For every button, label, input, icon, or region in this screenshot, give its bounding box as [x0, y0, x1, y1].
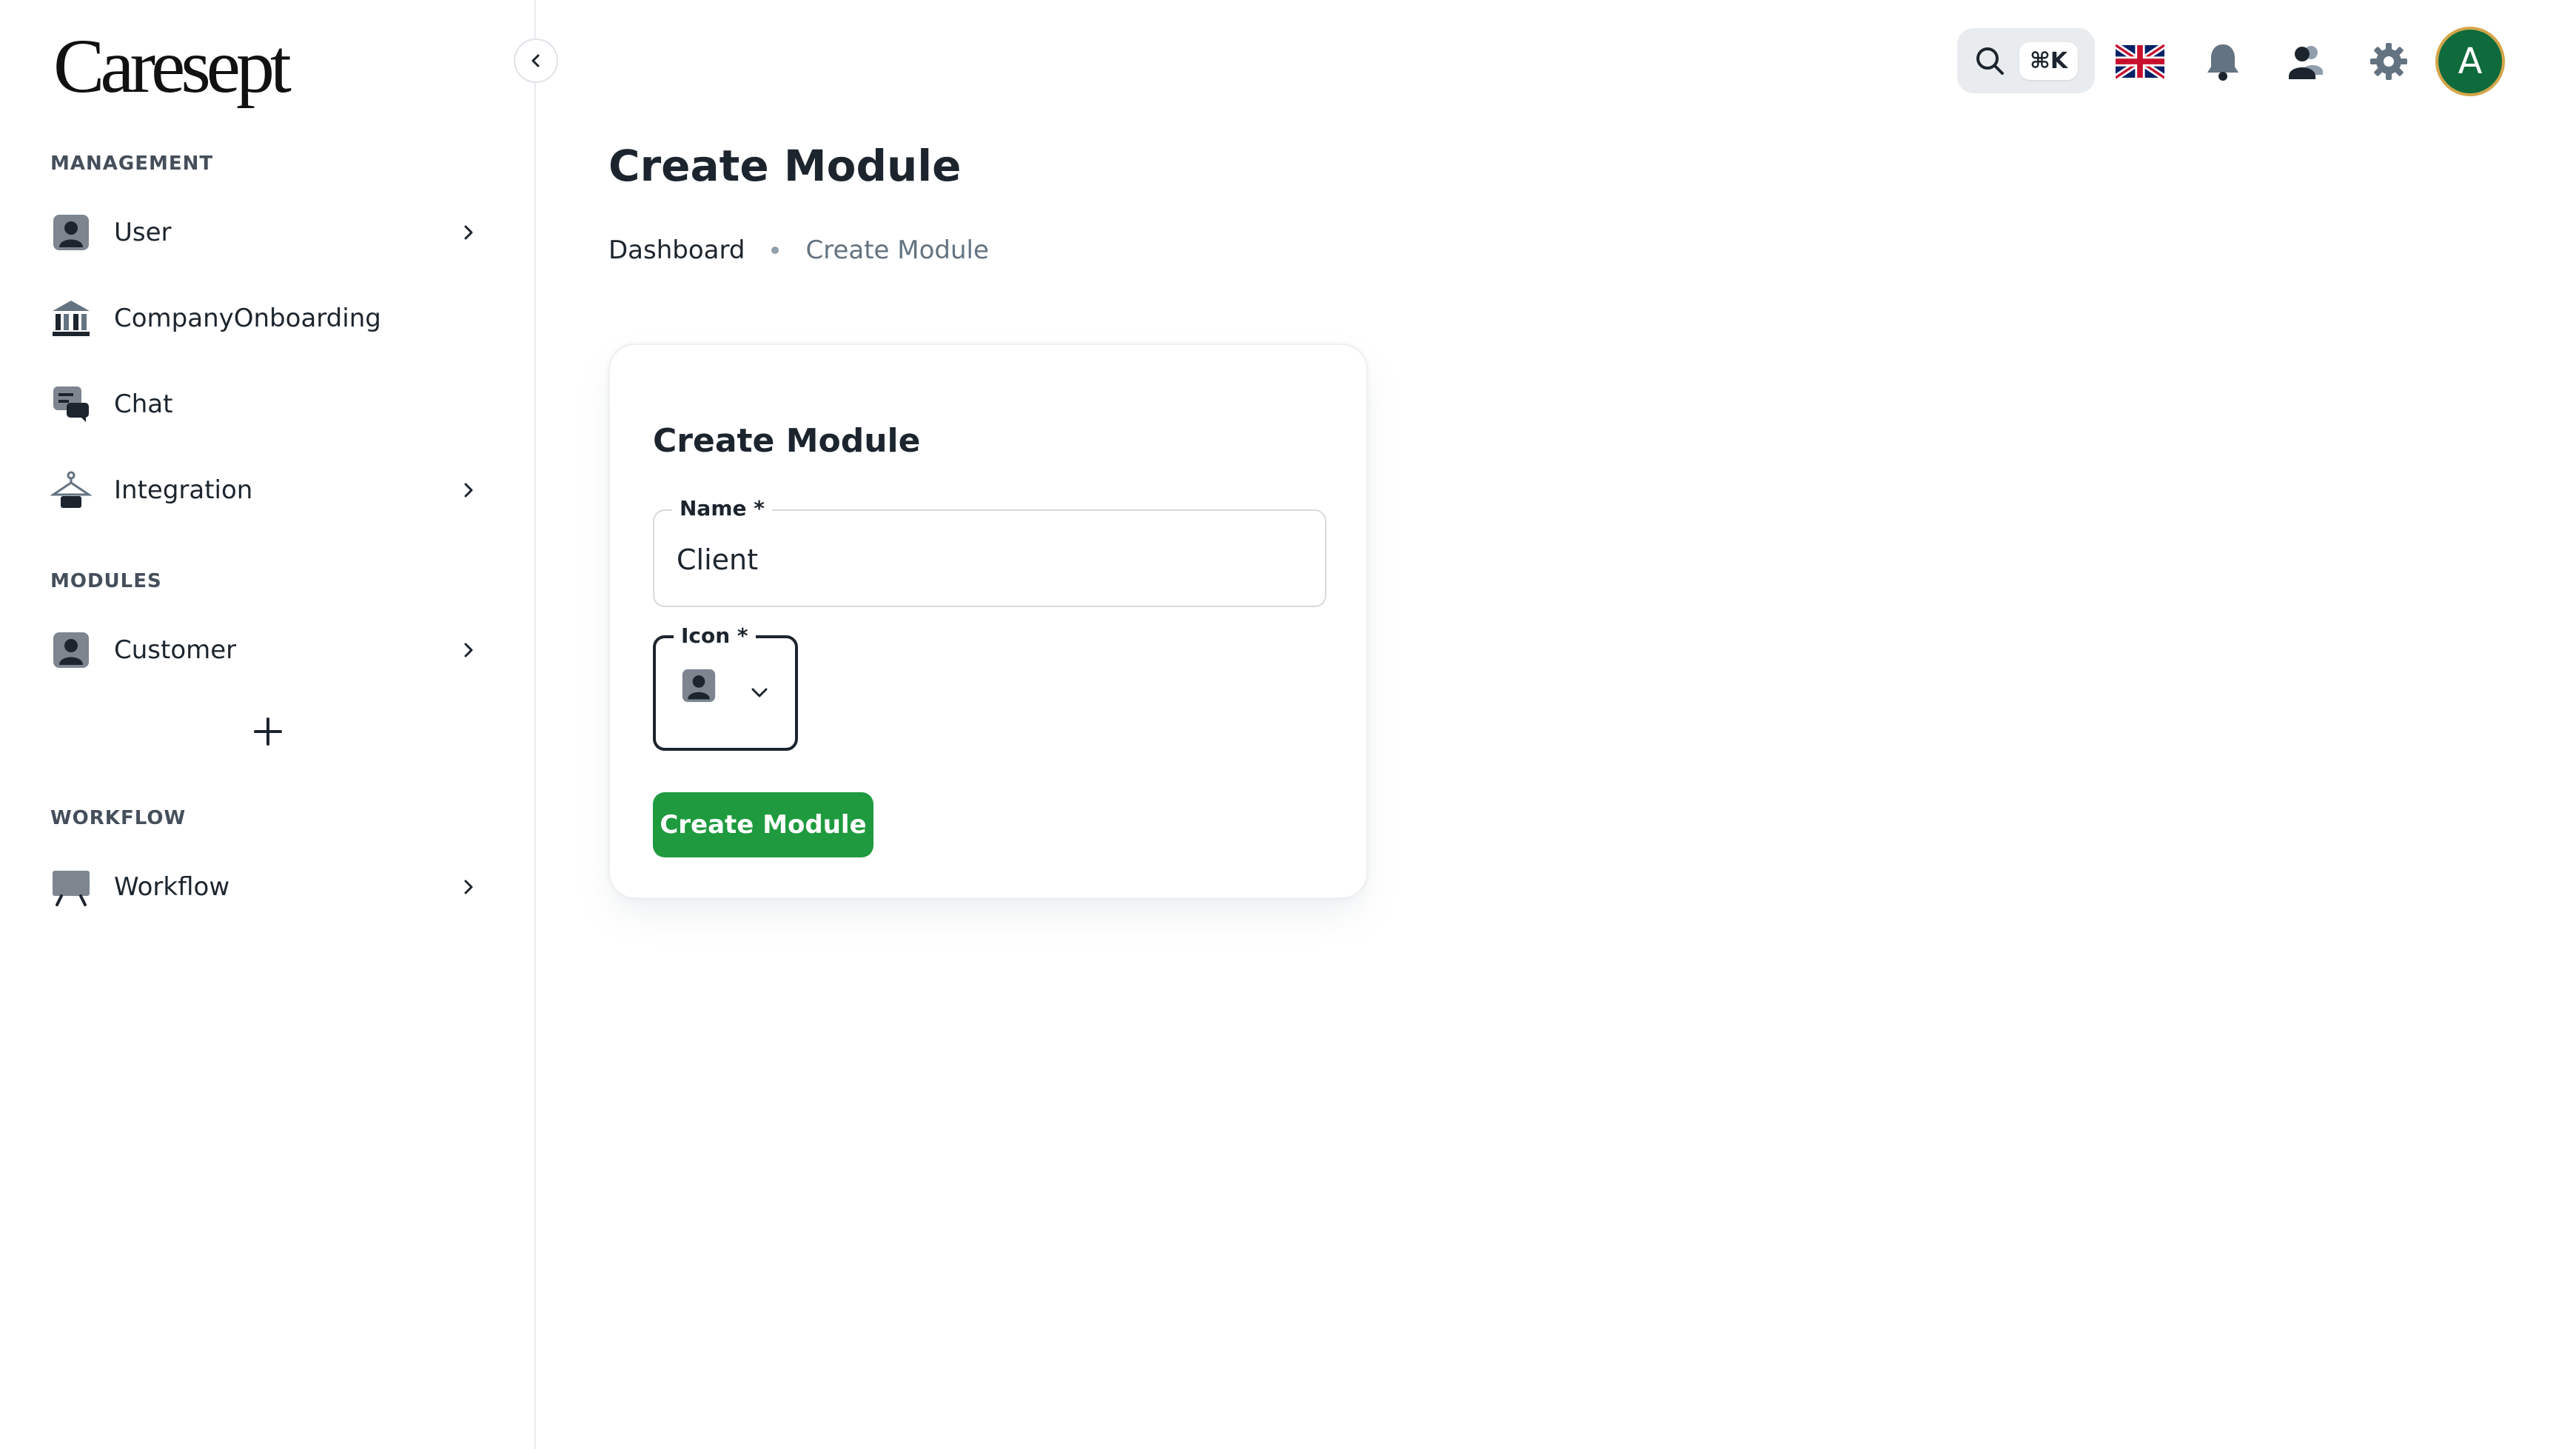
section-label-workflow: WORKFLOW [50, 807, 187, 829]
sidebar-item-label: Integration [114, 475, 253, 505]
chat-icon [50, 384, 92, 425]
page-title: Create Module [608, 141, 962, 191]
sidebar-item-companyonboarding[interactable]: CompanyOnboarding [50, 292, 494, 345]
name-input[interactable] [677, 538, 1298, 582]
users-icon [2289, 46, 2323, 79]
presentation-board-icon [50, 866, 92, 908]
name-field[interactable]: Name * [653, 496, 1326, 607]
breadcrumb-dashboard-link[interactable]: Dashboard [608, 235, 745, 265]
icon-select[interactable]: Icon * [653, 623, 798, 751]
hanger-icon [50, 469, 92, 511]
icon-field-label: Icon * [674, 623, 756, 648]
search-shortcut: ⌘K [2019, 41, 2079, 80]
collapse-sidebar-button[interactable] [514, 39, 558, 83]
sidebar-item-label: CompanyOnboarding [114, 304, 381, 333]
add-module-button[interactable] [246, 709, 290, 754]
sidebar-item-label: User [114, 218, 172, 247]
uk-flag-icon [2116, 43, 2164, 80]
create-module-card: Create Module Name * Icon * Create Modul… [608, 344, 1368, 899]
create-module-button[interactable]: Create Module [653, 792, 873, 857]
language-button[interactable] [2116, 37, 2164, 86]
breadcrumb-separator [771, 247, 779, 254]
sidebar-item-label: Workflow [114, 872, 230, 902]
sidebar: Caresept MANAGEMENT User CompanyOnboardi… [0, 0, 536, 1449]
chevron-right-icon [457, 876, 480, 898]
sidebar-item-workflow[interactable]: Workflow [50, 860, 494, 914]
sidebar-item-customer[interactable]: Customer [50, 623, 494, 677]
sidebar-item-integration[interactable]: Integration [50, 464, 494, 517]
section-label-modules: MODULES [50, 570, 162, 592]
bell-icon [2207, 44, 2238, 81]
user-badge-icon [50, 629, 92, 671]
search-button[interactable]: ⌘K [1957, 28, 2095, 93]
user-badge-icon [50, 212, 92, 253]
user-badge-icon [681, 668, 717, 706]
chevron-right-icon [457, 221, 480, 244]
search-icon [1976, 47, 2004, 75]
gear-icon [2370, 43, 2407, 80]
chevron-down-icon [749, 683, 770, 706]
notifications-button[interactable] [2198, 37, 2247, 86]
sidebar-item-chat[interactable]: Chat [50, 378, 494, 431]
contacts-button[interactable] [2281, 37, 2330, 86]
plus-icon [254, 717, 282, 746]
chevron-right-icon [457, 479, 480, 501]
chevron-left-icon [531, 54, 540, 67]
avatar[interactable]: A [2435, 27, 2505, 96]
chevron-right-icon [457, 639, 480, 661]
sidebar-item-user[interactable]: User [50, 206, 494, 259]
sidebar-item-label: Customer [114, 635, 237, 665]
section-label-management: MANAGEMENT [50, 153, 214, 175]
card-title: Create Module [653, 422, 921, 460]
breadcrumb-current: Create Module [805, 235, 989, 265]
bank-icon [50, 298, 92, 339]
app-logo[interactable]: Caresept [53, 28, 292, 105]
sidebar-item-label: Chat [114, 389, 173, 419]
breadcrumb: Dashboard Create Module [608, 235, 989, 265]
name-field-label: Name * [672, 496, 772, 521]
settings-button[interactable] [2364, 37, 2413, 86]
